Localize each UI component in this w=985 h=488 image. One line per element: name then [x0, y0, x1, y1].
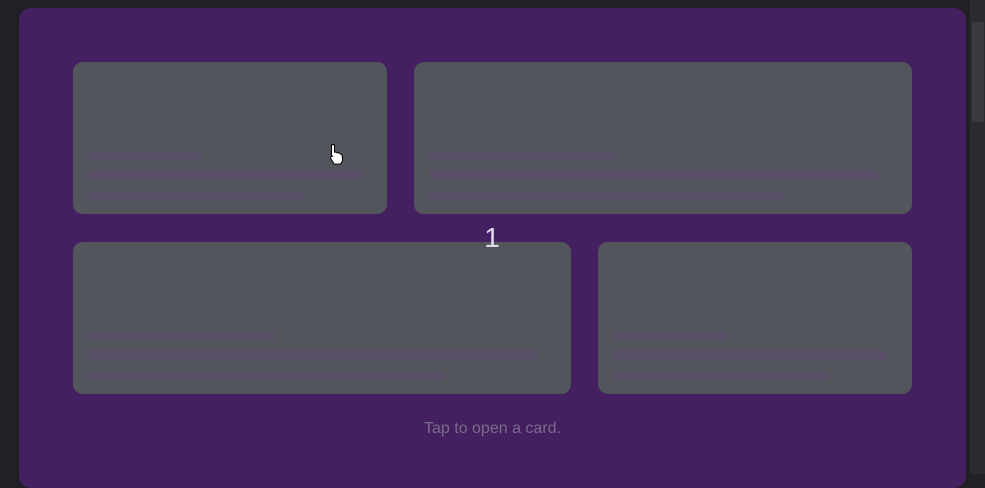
hand-cursor-icon	[330, 143, 344, 165]
skeleton-line	[612, 371, 829, 381]
skeleton-line	[87, 191, 305, 201]
skeleton-line	[87, 170, 363, 180]
card-counter: 1	[484, 222, 500, 253]
skeleton-line	[87, 151, 202, 161]
scrollbar-thumb[interactable]	[972, 22, 984, 122]
scrollbar[interactable]	[970, 0, 985, 474]
skeleton-line	[87, 331, 276, 341]
skeleton-line	[428, 191, 785, 201]
skeleton-line	[428, 151, 616, 161]
skeleton-line	[612, 350, 887, 360]
skeleton-card-4[interactable]	[598, 242, 912, 394]
skeleton-line	[87, 350, 538, 360]
skeleton-card-3[interactable]	[73, 242, 571, 394]
skeleton-line	[428, 170, 879, 180]
skeleton-card-1[interactable]	[73, 62, 387, 214]
skeleton-line	[612, 331, 726, 341]
skeleton-line	[87, 371, 445, 381]
tap-hint: Tap to open a card.	[424, 420, 561, 437]
skeleton-card-2[interactable]	[414, 62, 912, 214]
